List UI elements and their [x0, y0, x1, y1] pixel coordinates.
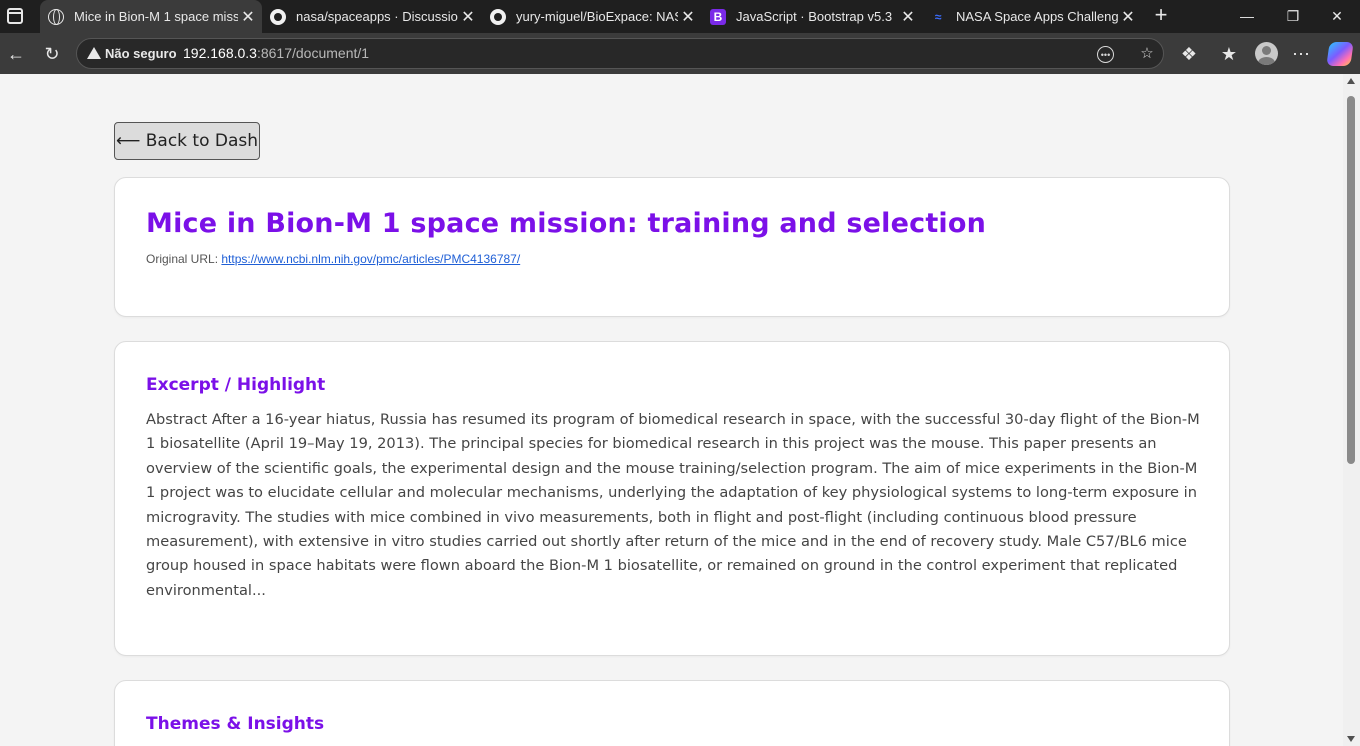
close-tab-icon[interactable]: ✕ [898, 7, 918, 27]
tab-title: NASA Space Apps Challenge [956, 9, 1118, 24]
url-text[interactable]: 192.168.0.3:8617/document/1 [183, 45, 369, 61]
scroll-thumb[interactable] [1347, 96, 1355, 464]
original-url-line: Original URL: https://www.ncbi.nlm.nih.g… [146, 252, 520, 266]
tab-title: JavaScript · Bootstrap v5.3 [736, 9, 893, 24]
restore-button[interactable]: ❐ [1270, 0, 1316, 33]
extensions-icon[interactable]: ❖ [1175, 40, 1203, 68]
url-path: :8617/document/1 [256, 45, 370, 61]
close-tab-icon[interactable]: ✕ [458, 7, 478, 27]
themes-heading: Themes & Insights [146, 714, 325, 734]
globe-icon [48, 8, 64, 25]
url-host: 192.168.0.3 [183, 45, 257, 61]
close-tab-icon[interactable]: ✕ [678, 7, 698, 27]
profile-avatar[interactable] [1255, 42, 1278, 65]
page-viewport: ⟵ Back to Dash Mice in Bion-M 1 space mi… [0, 74, 1343, 746]
tab-spaceapps-discussions[interactable]: nasa/spaceapps · Discussions ✕ [262, 0, 482, 33]
bootstrap-icon: B [710, 8, 726, 25]
github-icon [490, 8, 506, 25]
security-status[interactable]: Não seguro [105, 46, 177, 61]
tab-nasa-space-apps[interactable]: ≈ NASA Space Apps Challenge ✕ [922, 0, 1142, 33]
document-title: Mice in Bion-M 1 space mission: training… [146, 208, 987, 239]
tab-bootstrap-js[interactable]: B JavaScript · Bootstrap v5.3 ✕ [702, 0, 922, 33]
github-icon [270, 8, 286, 25]
scroll-up-arrow-icon[interactable] [1347, 78, 1355, 84]
close-tab-icon[interactable]: ✕ [238, 7, 258, 27]
excerpt-heading: Excerpt / Highlight [146, 375, 326, 395]
reload-icon[interactable]: ↻ [38, 40, 66, 68]
excerpt-text: Abstract After a 16-year hiatus, Russia … [146, 411, 1200, 599]
tab-strip: Mice in Bion-M 1 space missio ✕ nasa/spa… [0, 0, 1360, 33]
warning-icon [87, 47, 101, 59]
back-to-dash-button[interactable]: ⟵ Back to Dash [114, 122, 260, 160]
nasa-icon: ≈ [934, 9, 942, 24]
tab-title: Mice in Bion-M 1 space missio [74, 9, 238, 24]
tab-bioexpace-repo[interactable]: yury-miguel/BioExpace: NASA ✕ [482, 0, 702, 33]
more-options-icon[interactable]: ••• [1097, 46, 1114, 63]
close-tab-icon[interactable]: ✕ [1118, 7, 1138, 27]
minimize-button[interactable]: — [1224, 0, 1270, 33]
themes-card [114, 680, 1230, 746]
tab-title: yury-miguel/BioExpace: NASA [516, 9, 678, 24]
menu-icon[interactable]: ⋯ [1287, 40, 1315, 68]
back-arrow-icon[interactable]: ← [2, 40, 30, 68]
tab-mice-bion[interactable]: Mice in Bion-M 1 space missio ✕ [40, 0, 262, 33]
favorite-star-icon[interactable]: ☆ [1137, 44, 1157, 64]
close-window-button[interactable]: ✕ [1314, 0, 1360, 33]
tab-title: nasa/spaceapps · Discussions [296, 9, 458, 24]
new-tab-button[interactable]: + [1150, 4, 1172, 28]
browser-toolbar: ← ↻ Não seguro 192.168.0.3:8617/document… [0, 33, 1360, 74]
address-bar[interactable]: Não seguro 192.168.0.3:8617/document/1 •… [76, 38, 1164, 69]
original-url-link[interactable]: https://www.ncbi.nlm.nih.gov/pmc/article… [221, 252, 520, 266]
copilot-icon[interactable] [1326, 42, 1354, 66]
favorites-icon[interactable]: ★ [1215, 40, 1243, 68]
tab-actions-icon[interactable] [7, 8, 23, 24]
original-url-label: Original URL: [146, 252, 219, 266]
scroll-down-arrow-icon[interactable] [1347, 736, 1355, 742]
page-scrollbar[interactable] [1343, 74, 1360, 746]
document-header-card [114, 177, 1230, 317]
